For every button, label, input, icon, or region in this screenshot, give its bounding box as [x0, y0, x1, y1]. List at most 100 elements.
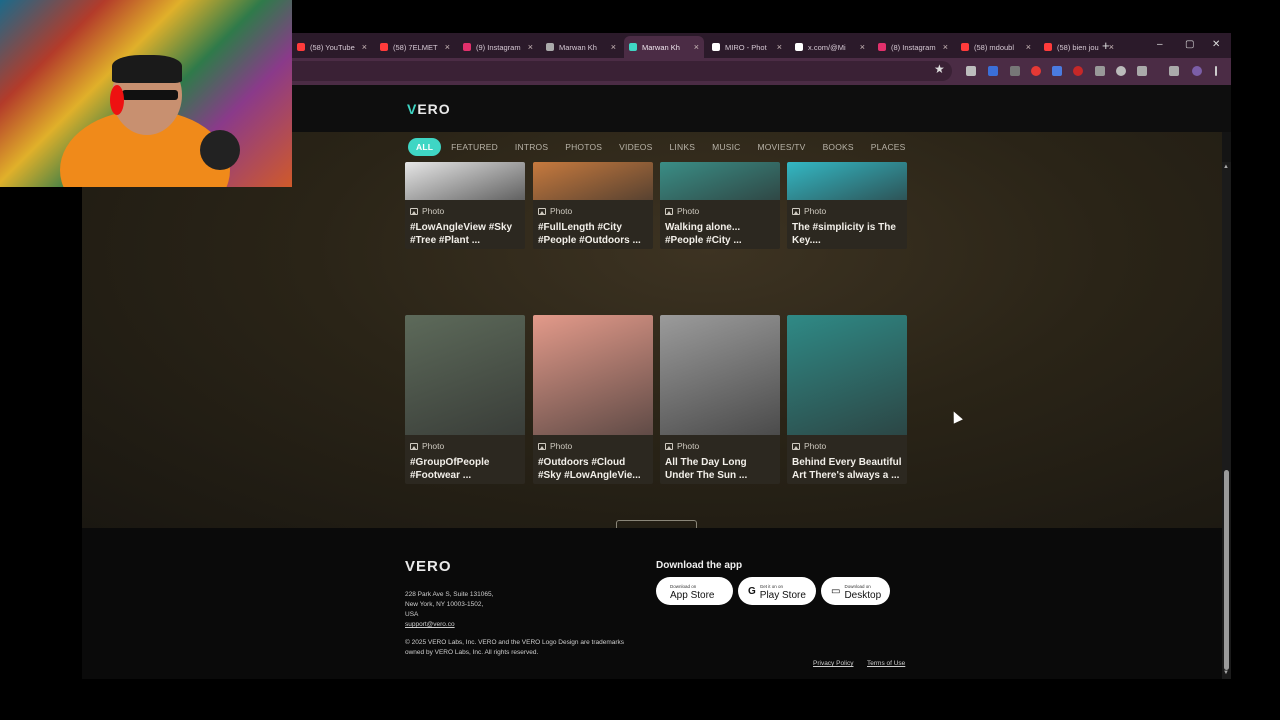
- post-card[interactable]: Photo #Outdoors #Cloud #Sky #LowAngleVie.…: [533, 315, 653, 484]
- photo-icon: [665, 207, 673, 215]
- media-icon[interactable]: [1169, 66, 1179, 76]
- filter-tab-all[interactable]: ALL: [408, 138, 442, 156]
- tab-close-icon[interactable]: ×: [528, 42, 533, 52]
- browser-tab[interactable]: x.com/@Mi ×: [790, 36, 870, 58]
- desktop-button[interactable]: ▭ Download on Desktop: [821, 577, 890, 605]
- post-caption[interactable]: Behind Every Beautiful Art There's alway…: [792, 456, 902, 484]
- filter-tab-videos[interactable]: VIDEOS: [619, 142, 652, 152]
- post-thumbnail[interactable]: [405, 315, 525, 435]
- filter-tab-featured[interactable]: FEATURED: [451, 142, 498, 152]
- post-thumbnail[interactable]: [533, 162, 653, 200]
- filter-tab-books[interactable]: BOOKS: [823, 142, 854, 152]
- browser-tab[interactable]: (9) Instagram ×: [458, 36, 538, 58]
- post-caption[interactable]: #LowAngleView #Sky #Tree #Plant ...: [410, 221, 520, 249]
- post-card[interactable]: Photo #FullLength #City #People #Outdoors…: [533, 162, 653, 249]
- post-card[interactable]: Photo All The Day Long Under The Sun ...: [660, 315, 780, 484]
- tab-title: Marwan Kh: [642, 42, 680, 52]
- browser-tab[interactable]: (58) mdoubl ×: [956, 36, 1036, 58]
- photo-icon: [410, 207, 418, 215]
- post-caption[interactable]: All The Day Long Under The Sun ...: [665, 456, 775, 484]
- post-card[interactable]: Photo Walking alone... #People #City ...: [660, 162, 780, 249]
- post-caption[interactable]: #GroupOfPeople #Footwear ...: [410, 456, 520, 484]
- extension-icon[interactable]: [988, 66, 998, 76]
- filter-tab-places[interactable]: PLACES: [871, 142, 906, 152]
- tab-close-icon[interactable]: ×: [445, 42, 450, 52]
- tab-title: Marwan Kh: [559, 42, 597, 52]
- extension-icon[interactable]: [1010, 66, 1020, 76]
- post-type-label: Photo: [422, 441, 445, 451]
- tab-close-icon[interactable]: ×: [777, 42, 782, 52]
- post-meta: Photo Walking alone... #People #City ...: [660, 200, 780, 249]
- scrollbar-thumb[interactable]: [1224, 470, 1229, 670]
- post-caption[interactable]: Walking alone... #People #City ...: [665, 221, 775, 249]
- post-caption[interactable]: #Outdoors #Cloud #Sky #LowAngleVie...: [538, 456, 648, 484]
- close-window-icon[interactable]: ✕: [1212, 39, 1220, 50]
- address-line: 228 Park Ave S, Suite 131065,: [405, 591, 494, 598]
- download-icon[interactable]: [1095, 66, 1105, 76]
- minimize-icon[interactable]: –: [1157, 39, 1163, 50]
- scroll-up-icon[interactable]: ▲: [1223, 164, 1229, 170]
- post-caption[interactable]: The #simplicity is The Key....: [792, 221, 902, 249]
- webcam-microphone: [200, 130, 240, 170]
- extension-icon[interactable]: [1052, 66, 1062, 76]
- tab-close-icon[interactable]: ×: [694, 42, 699, 52]
- extension-icon[interactable]: [1116, 66, 1126, 76]
- post-meta: Photo #GroupOfPeople #Footwear ...: [405, 435, 525, 484]
- menu-icon[interactable]: [1215, 66, 1217, 76]
- support-email-link[interactable]: support@vero.co: [405, 620, 493, 630]
- post-thumbnail[interactable]: [787, 162, 907, 200]
- filter-tab-photos[interactable]: PHOTOS: [565, 142, 602, 152]
- post-thumbnail[interactable]: [660, 315, 780, 435]
- tab-favicon-icon: [961, 43, 969, 51]
- download-title: Download the app: [656, 560, 743, 571]
- scroll-down-icon[interactable]: ▼: [1223, 670, 1229, 676]
- post-thumbnail[interactable]: [533, 315, 653, 435]
- post-caption[interactable]: #FullLength #City #People #Outdoors ...: [538, 221, 648, 249]
- filter-tab-links[interactable]: LINKS: [670, 142, 696, 152]
- extension-icon[interactable]: [1073, 66, 1083, 76]
- browser-tab[interactable]: (58) YouTube ×: [292, 36, 372, 58]
- webcam-overlay: [0, 0, 292, 187]
- post-type: Photo: [410, 441, 520, 451]
- photo-icon: [538, 207, 546, 215]
- maximize-icon[interactable]: ▢: [1185, 39, 1194, 50]
- tab-close-icon[interactable]: ×: [611, 42, 616, 52]
- tab-close-icon[interactable]: ×: [362, 42, 367, 52]
- post-card[interactable]: Photo #LowAngleView #Sky #Tree #Plant ...: [405, 162, 525, 249]
- post-thumbnail[interactable]: [660, 162, 780, 200]
- tab-favicon-icon: [546, 43, 554, 51]
- browser-tab[interactable]: Marwan Kh ×: [624, 36, 704, 58]
- filter-tab-moviestv[interactable]: MOVIES/TV: [757, 142, 805, 152]
- extension-icon[interactable]: [966, 66, 976, 76]
- browser-tab[interactable]: (58) 7ELMET ×: [375, 36, 455, 58]
- puzzle-icon[interactable]: [1137, 66, 1147, 76]
- tab-close-icon[interactable]: ×: [1026, 42, 1031, 52]
- post-card[interactable]: Photo The #simplicity is The Key....: [787, 162, 907, 249]
- post-thumbnail[interactable]: [405, 162, 525, 200]
- browser-tab[interactable]: MIRO - Phot ×: [707, 36, 787, 58]
- app-store-button[interactable]: Download on App Store: [656, 577, 733, 605]
- scrollbar[interactable]: ▲ ▼: [1222, 162, 1231, 679]
- tab-close-icon[interactable]: ×: [860, 42, 865, 52]
- post-thumbnail[interactable]: [787, 315, 907, 435]
- bookmark-star-icon[interactable]: ★: [934, 62, 945, 76]
- filter-tab-music[interactable]: MUSIC: [712, 142, 740, 152]
- new-tab-button[interactable]: +: [1102, 38, 1110, 53]
- privacy-policy-link[interactable]: Privacy Policy: [813, 660, 853, 667]
- google-icon: G: [748, 585, 756, 597]
- webcam-headphone: [110, 85, 124, 115]
- filter-tab-intros[interactable]: INTROS: [515, 142, 548, 152]
- terms-of-use-link[interactable]: Terms of Use: [867, 660, 905, 667]
- post-card[interactable]: Photo Behind Every Beautiful Art There's …: [787, 315, 907, 484]
- post-type-label: Photo: [550, 441, 573, 451]
- post-card[interactable]: Photo #GroupOfPeople #Footwear ...: [405, 315, 525, 484]
- browser-tab[interactable]: Marwan Kh ×: [541, 36, 621, 58]
- play-store-button[interactable]: G Get it on on Play Store: [738, 577, 816, 605]
- extension-icon[interactable]: [1031, 66, 1041, 76]
- profile-avatar[interactable]: [1192, 66, 1202, 76]
- browser-tab[interactable]: (8) Instagram ×: [873, 36, 953, 58]
- tab-close-icon[interactable]: ×: [943, 42, 948, 52]
- vero-logo[interactable]: VERO: [407, 101, 451, 117]
- feed-section: ALL FEATURED INTROS PHOTOS VIDEOS LINKS MUSIC M…: [82, 132, 1222, 550]
- footer-vero-logo[interactable]: VERO: [405, 558, 452, 575]
